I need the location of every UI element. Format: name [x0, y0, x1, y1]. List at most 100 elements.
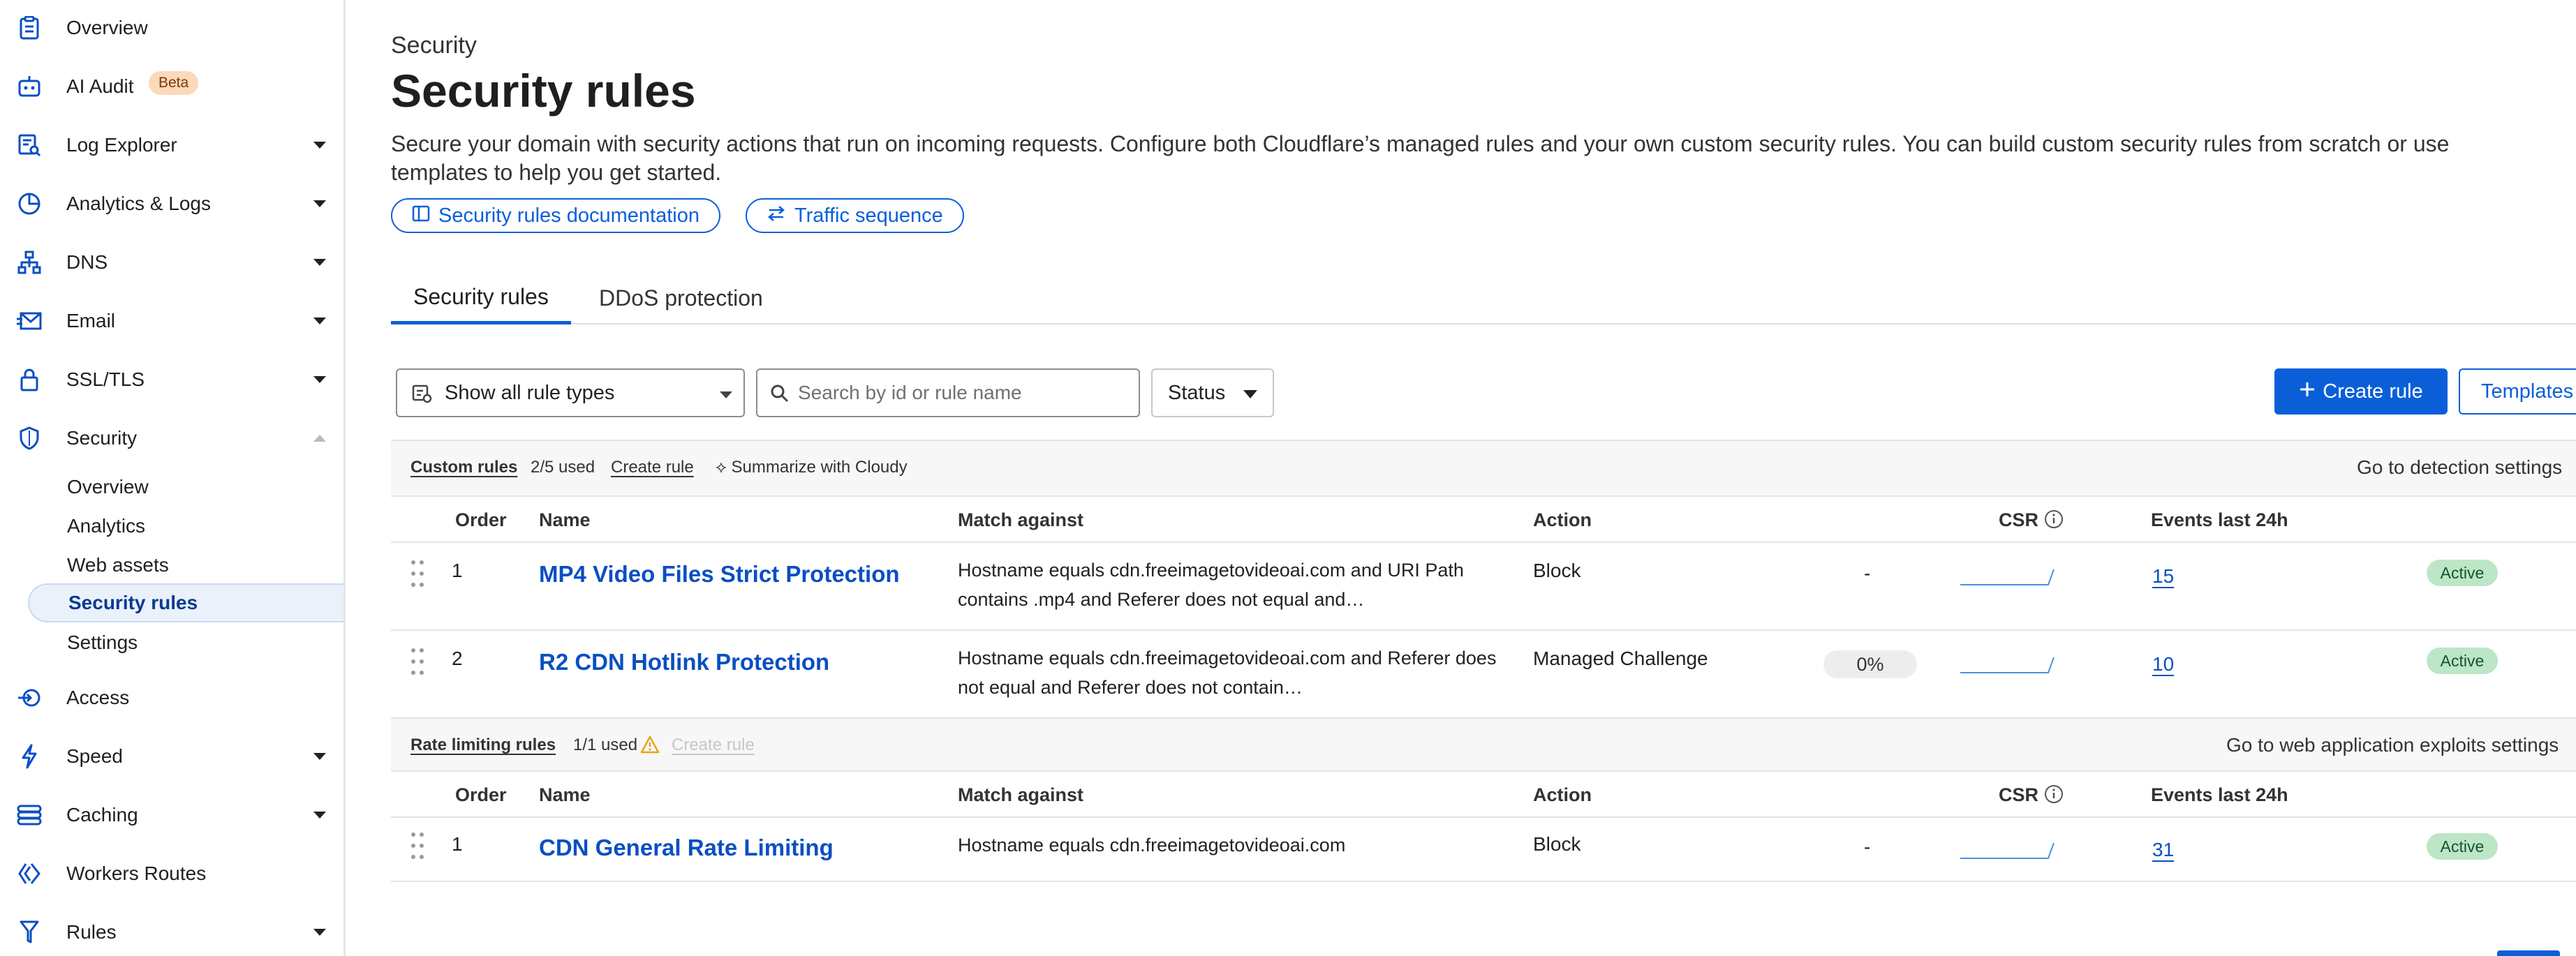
events-count-link[interactable]: 15 [2152, 565, 2174, 588]
sparkle-icon: ⟡ [716, 458, 727, 477]
sidebar-item-label: Email [66, 310, 116, 331]
col-match: Match against [958, 784, 1084, 805]
book-icon [412, 204, 430, 227]
sidebar-item-label: SSL/TLS [66, 368, 145, 390]
sidebar-sub-web-assets[interactable]: Web assets [28, 546, 343, 585]
rule-csr: 0% [1823, 650, 1917, 678]
custom-rules-header: Custom rules 2/5 used Create rule ⟡ Summ… [391, 440, 2576, 497]
chevron-down-icon[interactable] [312, 137, 327, 153]
sidebar-sub-security-rules[interactable]: Security rules [28, 583, 343, 622]
rule-name-link[interactable]: R2 CDN Hotlink Protection [539, 649, 829, 675]
status-badge: Active [2427, 833, 2498, 860]
rate-limiting-header: Rate limiting rules 1/1 used Create rule… [391, 717, 2576, 772]
search-icon [770, 384, 790, 407]
chevron-down-icon[interactable] [312, 925, 327, 940]
sidebar-item-security[interactable]: Security [0, 413, 343, 463]
sidebar-item-label: Caching [66, 804, 138, 826]
chevron-up-icon[interactable] [312, 431, 327, 446]
traffic-sequence-button[interactable]: Traffic sequence [746, 198, 964, 233]
plus-icon [2299, 380, 2316, 403]
clipboard-icon [15, 14, 43, 42]
status-badge: Active [2427, 648, 2498, 674]
chevron-down-icon[interactable] [312, 313, 327, 329]
col-action: Action [1533, 509, 1592, 530]
chevron-down-icon[interactable] [312, 196, 327, 211]
rule-type-select[interactable]: Show all rule types [396, 368, 745, 417]
chevron-down-icon[interactable] [312, 255, 327, 270]
search-input[interactable]: Search by id or rule name [756, 368, 1140, 417]
rule-order: 1 [452, 833, 463, 855]
rule-action: Block [1533, 560, 1581, 581]
events-count-link[interactable]: 10 [2152, 653, 2174, 675]
table-row[interactable]: 1 MP4 Video Files Strict Protection Host… [391, 543, 2576, 631]
custom-rules-title: Custom rules [410, 458, 518, 477]
sidebar-sub-analytics[interactable]: Analytics [28, 507, 343, 546]
floating-action-hint[interactable] [2497, 950, 2560, 956]
chevron-down-icon[interactable] [312, 372, 327, 387]
sidebar-item-label: DNS [66, 251, 108, 273]
web-exploits-settings-link[interactable]: Go to web application exploits settings [2226, 734, 2559, 756]
custom-rules-usage: 2/5 used [531, 458, 595, 477]
sidebar-item-label: Speed [66, 745, 123, 767]
col-csr: CSR [1999, 509, 2039, 530]
custom-create-rule-link[interactable]: Create rule [611, 458, 694, 477]
info-icon[interactable] [2044, 509, 2064, 532]
sidebar-item-speed[interactable]: Speed [0, 731, 343, 782]
drag-handle-icon[interactable] [409, 830, 426, 861]
col-name: Name [539, 509, 591, 530]
summarize-cloudy-link[interactable]: ⟡ Summarize with Cloudy [716, 458, 908, 477]
sidebar-item-ssl-tls[interactable]: SSL/TLS [0, 354, 343, 405]
status-badge: Active [2427, 560, 2498, 586]
drag-handle-icon[interactable] [409, 646, 426, 677]
sidebar-item-label: Access [66, 687, 130, 708]
shield-icon [15, 424, 43, 452]
sidebar-item-log-explorer[interactable]: Log Explorer [0, 120, 343, 170]
sidebar-item-analytics-logs[interactable]: Analytics & Logs [0, 179, 343, 229]
tab-ddos-protection[interactable]: DDoS protection [599, 272, 763, 324]
rule-name-link[interactable]: MP4 Video Files Strict Protection [539, 561, 900, 588]
rule-match: Hostname equals cdn.freeimagetovideoai.c… [958, 560, 1464, 610]
info-icon[interactable] [2044, 784, 2064, 807]
col-csr: CSR [1999, 784, 2039, 805]
workers-icon [15, 860, 43, 888]
page-description: Secure your domain with security actions… [391, 131, 2450, 185]
sidebar-item-rules[interactable]: Rules [0, 907, 343, 956]
sidebar-item-label: Rules [66, 921, 117, 943]
status-filter[interactable]: Status [1151, 368, 1274, 417]
sidebar-item-workers-routes[interactable]: Workers Routes [0, 849, 343, 899]
rule-type-icon [411, 382, 432, 407]
custom-rules-column-headers: Order Name Match against Action CSR Even… [391, 497, 2576, 543]
tab-security-rules[interactable]: Security rules [391, 272, 571, 324]
sidebar-item-label: Analytics & Logs [66, 193, 211, 214]
email-icon [15, 307, 43, 335]
create-rule-button[interactable]: Create rule [2274, 368, 2448, 414]
rule-name-link[interactable]: CDN General Rate Limiting [539, 835, 834, 861]
sidebar-sub-settings[interactable]: Settings [28, 623, 343, 662]
rate-limiting-usage: 1/1 used [573, 735, 638, 754]
sidebar-item-label: AI Audit [66, 75, 134, 97]
chevron-down-icon[interactable] [312, 749, 327, 764]
docs-link-button[interactable]: Security rules documentation [391, 198, 720, 233]
sidebar-item-dns[interactable]: DNS [0, 237, 343, 287]
col-match: Match against [958, 509, 1084, 530]
events-count-link[interactable]: 31 [2152, 839, 2174, 861]
table-row[interactable]: 2 R2 CDN Hotlink Protection Hostname equ… [391, 631, 2576, 719]
rate-rules-column-headers: Order Name Match against Action CSR Even… [391, 772, 2576, 818]
sidebar-item-access[interactable]: Access [0, 673, 343, 723]
breadcrumb: Security [391, 32, 477, 59]
sidebar-sub-overview[interactable]: Overview [28, 468, 343, 507]
sidebar-item-email[interactable]: Email [0, 296, 343, 346]
detection-settings-link[interactable]: Go to detection settings [2357, 456, 2562, 479]
main-content: Security Security rules Secure your doma… [346, 0, 2576, 956]
sidebar-item-overview[interactable]: Overview [0, 3, 343, 53]
rule-match: Hostname equals cdn.freeimagetovideoai.c… [958, 835, 1346, 856]
sparkline [1960, 657, 2055, 673]
drag-handle-icon[interactable] [409, 558, 426, 589]
sidebar-item-caching[interactable]: Caching [0, 790, 343, 840]
chevron-down-icon[interactable] [312, 807, 327, 823]
templates-button[interactable]: Templates [2459, 368, 2576, 414]
table-row[interactable]: 1 CDN General Rate Limiting Hostname equ… [391, 818, 2576, 882]
rate-create-rule-link-disabled: Create rule [672, 735, 755, 754]
rule-match: Hostname equals cdn.freeimagetovideoai.c… [958, 648, 1497, 698]
col-events: Events last 24h [2151, 509, 2288, 530]
